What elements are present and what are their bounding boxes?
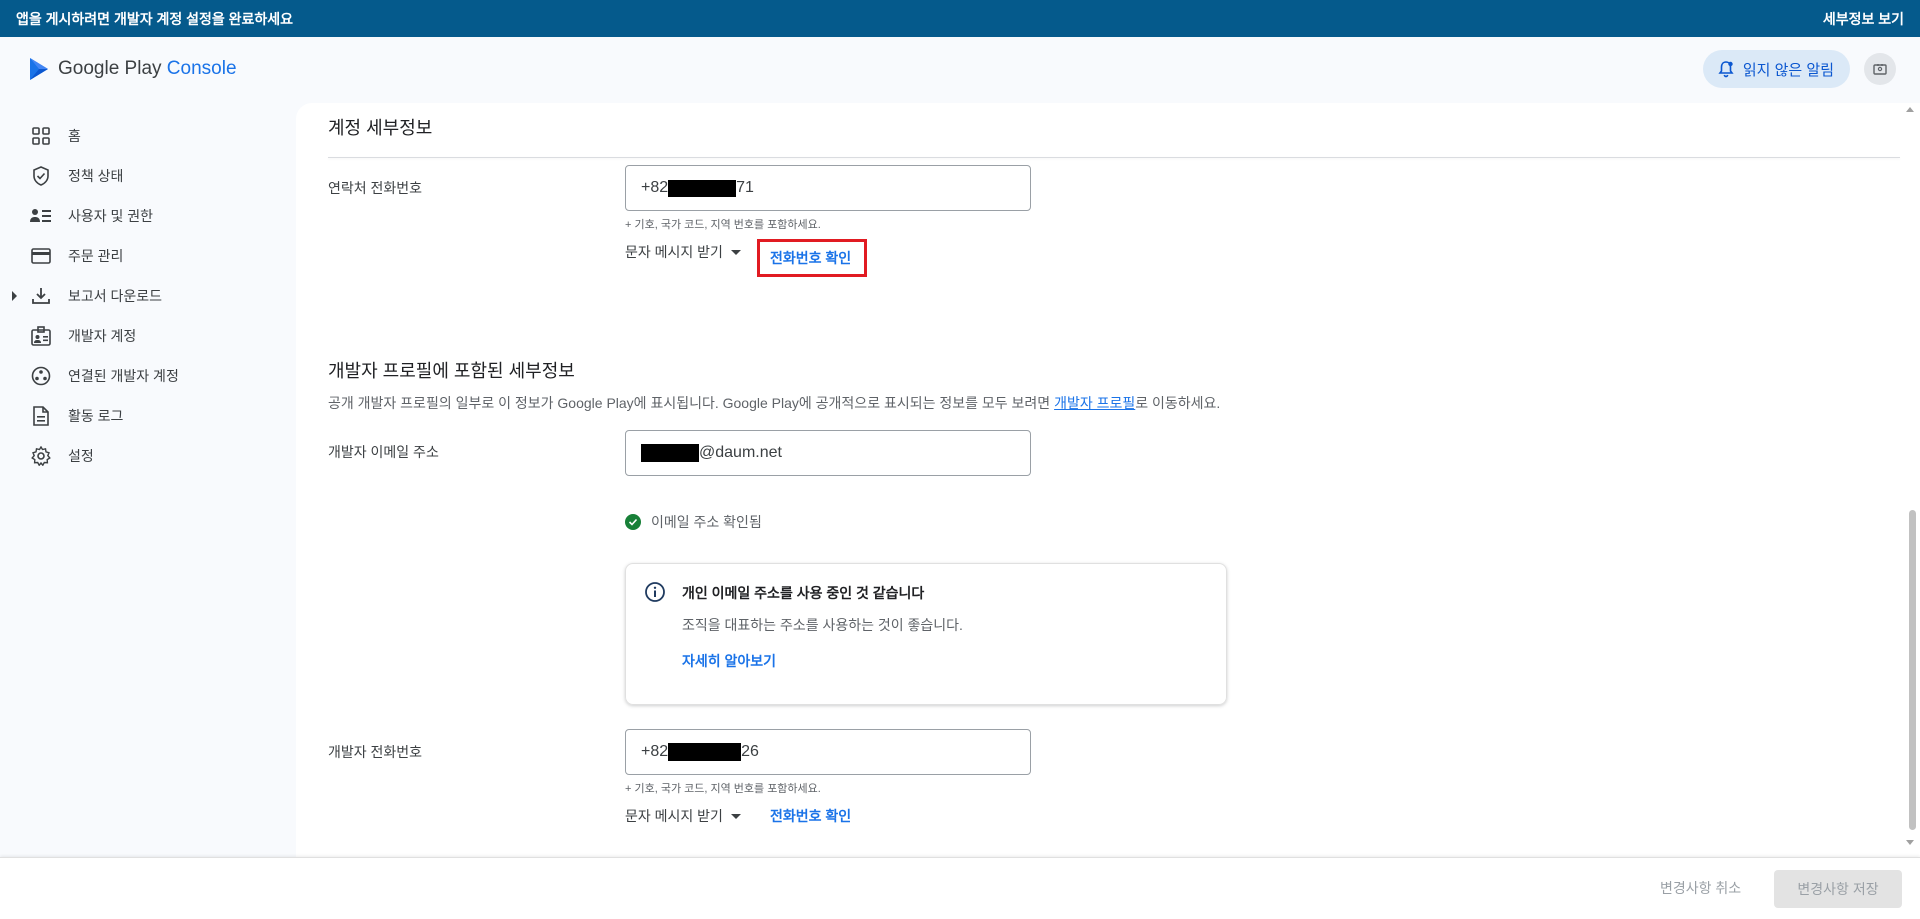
bell-alert-icon — [1718, 61, 1734, 78]
sidebar-item-linked-accounts[interactable]: 연결된 개발자 계정 — [0, 356, 296, 396]
sms-select-label: 문자 메시지 받기 — [625, 244, 723, 260]
info-icon — [644, 581, 666, 608]
account-details-title: 계정 세부정보 — [328, 118, 433, 138]
action-footer: 변경사항 취소 변경사항 저장 — [0, 857, 1920, 919]
contact-phone-label: 연락처 전화번호 — [328, 180, 423, 196]
sms-method-select[interactable]: 문자 메시지 받기 — [625, 242, 741, 262]
contact-phone-suffix: 71 — [736, 179, 754, 196]
email-domain: @daum.net — [699, 444, 782, 461]
logo-console-text: Console — [166, 58, 237, 79]
shield-icon — [30, 165, 52, 187]
credit-card-icon — [30, 245, 52, 267]
profile-description-text: 공개 개발자 프로필의 일부로 이 정보가 Google Play에 표시됩니다… — [328, 395, 1055, 411]
sidebar-item-activity-log[interactable]: 활동 로그 — [0, 396, 296, 436]
sidebar-item-settings[interactable]: 설정 — [0, 436, 296, 476]
sidebar-item-label: 정책 상태 — [68, 168, 124, 184]
contact-phone-prefix: +82 — [641, 179, 669, 196]
developer-phone-suffix: 26 — [741, 743, 759, 760]
sidebar-item-label: 개발자 계정 — [68, 328, 137, 344]
verify-phone-link[interactable]: 전화번호 확인 — [770, 248, 851, 268]
expand-caret-icon[interactable] — [12, 291, 17, 301]
setup-banner: 앱을 게시하려면 개발자 계정 설정을 완료하세요 세부정보 보기 — [0, 0, 1920, 37]
gear-icon — [30, 445, 52, 467]
sms-method-select[interactable]: 문자 메시지 받기 — [625, 806, 741, 826]
view-details-link[interactable]: 세부정보 보기 — [1823, 9, 1904, 29]
scrollbar-thumb[interactable] — [1909, 510, 1916, 830]
sidebar-item-label: 사용자 및 권한 — [68, 208, 154, 224]
developer-phone-prefix: +82 — [641, 743, 669, 760]
sidebar-item-users-permissions[interactable]: 사용자 및 권한 — [0, 196, 296, 236]
redaction-block — [641, 444, 699, 462]
sidebar-item-label: 연결된 개발자 계정 — [68, 368, 179, 384]
users-list-icon — [30, 205, 52, 227]
phone-format-hint: + 기호, 국가 코드, 지역 번호를 포함하세요. — [625, 219, 821, 231]
banner-message: 앱을 게시하려면 개발자 계정 설정을 완료하세요 — [16, 10, 294, 27]
redaction-block — [668, 179, 737, 197]
linked-accounts-icon — [30, 365, 52, 387]
sidebar-item-label: 설정 — [68, 448, 94, 464]
sidebar-nav: 홈 정책 상태 사용자 및 권한 주문 관리 보고서 다운로드 개발자 계정 연… — [0, 116, 296, 476]
main-content: 계정 세부정보 연락처 전화번호 +82 71 + 기호, 국가 코드, 지역 번… — [296, 103, 1920, 857]
unread-alerts-button[interactable]: 읽지 않은 알림 — [1702, 50, 1850, 88]
sidebar-item-home[interactable]: 홈 — [0, 116, 296, 156]
alerts-label: 읽지 않은 알림 — [1742, 61, 1834, 79]
discard-changes-button[interactable]: 변경사항 취소 — [1660, 878, 1741, 898]
sidebar-item-developer-account[interactable]: 개발자 계정 — [0, 316, 296, 356]
sidebar-item-policy-status[interactable]: 정책 상태 — [0, 156, 296, 196]
scroll-up-arrow-icon[interactable] — [1906, 107, 1914, 112]
check-circle-icon — [625, 514, 641, 530]
sidebar-item-label: 활동 로그 — [68, 408, 124, 424]
contact-phone-input[interactable]: +82 71 — [625, 165, 1031, 211]
developer-profile-title: 개발자 프로필에 포함된 세부정보 — [328, 361, 575, 381]
dashboard-grid-icon — [30, 125, 52, 147]
sidebar-item-download-reports[interactable]: 보고서 다운로드 — [0, 276, 296, 316]
developer-email-input[interactable]: @daum.net — [625, 430, 1031, 476]
sidebar-item-order-management[interactable]: 주문 관리 — [0, 236, 296, 276]
email-verified-status: 이메일 주소 확인됨 — [625, 512, 762, 532]
account-button[interactable] — [1864, 53, 1896, 85]
sidebar-item-label: 주문 관리 — [68, 248, 124, 264]
phone-format-hint: + 기호, 국가 코드, 지역 번호를 포함하세요. — [625, 783, 821, 795]
id-badge-icon — [30, 325, 52, 347]
sidebar-item-label: 보고서 다운로드 — [68, 288, 163, 304]
play-console-logo[interactable]: Google Play Console — [28, 57, 237, 81]
developer-email-label: 개발자 이메일 주소 — [328, 444, 439, 460]
personal-email-info-card: 개인 이메일 주소를 사용 중인 것 같습니다 조직을 대표하는 주소를 사용하… — [625, 563, 1227, 705]
info-card-body: 조직을 대표하는 주소를 사용하는 것이 좋습니다. — [682, 617, 963, 633]
learn-more-link[interactable]: 자세히 알아보기 — [682, 651, 776, 671]
save-changes-button[interactable]: 변경사항 저장 — [1774, 870, 1902, 908]
id-card-icon — [1873, 64, 1887, 75]
developer-phone-input[interactable]: +82 26 — [625, 729, 1031, 775]
verify-phone-link[interactable]: 전화번호 확인 — [770, 806, 851, 826]
profile-description: 공개 개발자 프로필의 일부로 이 정보가 Google Play에 표시됩니다… — [328, 393, 1220, 413]
sidebar-item-label: 홈 — [68, 128, 81, 144]
developer-phone-label: 개발자 전화번호 — [328, 744, 423, 760]
download-icon — [30, 285, 52, 307]
developer-profile-link[interactable]: 개발자 프로필 — [1054, 395, 1135, 411]
play-console-logo-icon — [30, 58, 48, 80]
dropdown-arrow-icon — [730, 249, 741, 255]
dropdown-arrow-icon — [730, 813, 741, 819]
scroll-down-arrow-icon[interactable] — [1906, 840, 1914, 845]
email-verified-text: 이메일 주소 확인됨 — [651, 514, 762, 530]
section-divider — [328, 157, 1900, 158]
document-icon — [30, 405, 52, 427]
profile-description-tail: 로 이동하세요. — [1135, 395, 1221, 411]
info-card-title: 개인 이메일 주소를 사용 중인 것 같습니다 — [682, 585, 925, 601]
redaction-block — [668, 743, 742, 761]
logo-text: Google Play — [58, 58, 162, 79]
app-header: Google Play Console 읽지 않은 알림 — [0, 37, 1920, 101]
sms-select-label: 문자 메시지 받기 — [625, 808, 723, 824]
